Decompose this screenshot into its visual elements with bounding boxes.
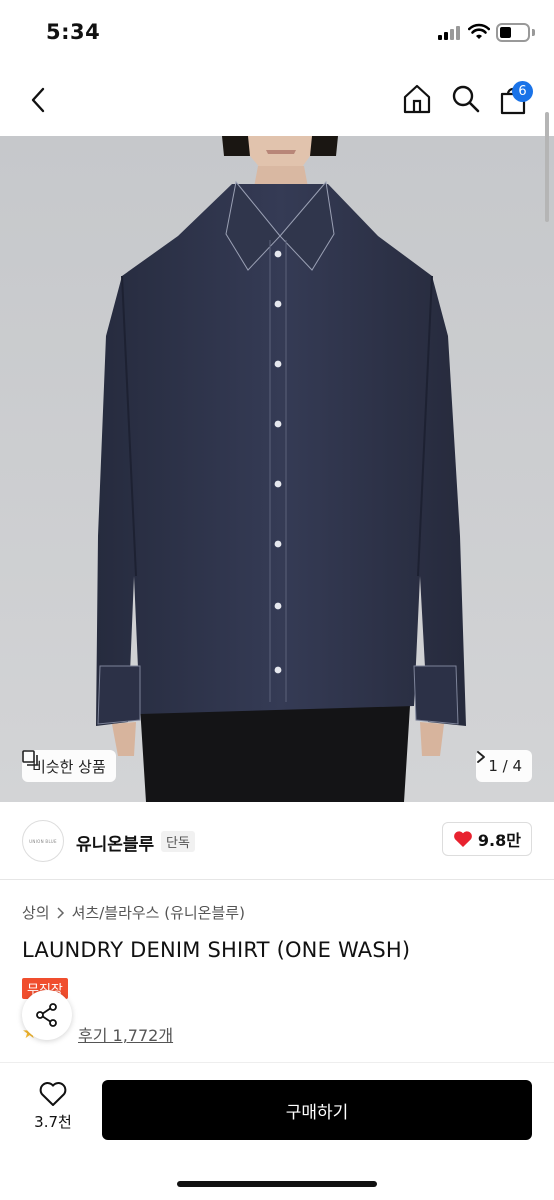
chevron-left-icon[interactable] bbox=[28, 86, 48, 114]
brand-like-button[interactable]: 9.8만 bbox=[441, 822, 532, 856]
battery-icon bbox=[496, 23, 530, 42]
share-button[interactable] bbox=[22, 990, 72, 1040]
exclusive-tag: 단독 bbox=[161, 831, 195, 852]
scrollbar[interactable] bbox=[545, 112, 549, 222]
breadcrumb-category[interactable]: 상의 bbox=[22, 902, 50, 923]
nav-bar: 6 bbox=[0, 66, 554, 136]
cellular-signal-icon bbox=[438, 26, 462, 40]
wifi-icon bbox=[468, 23, 490, 39]
brand-like-count: 9.8만 bbox=[477, 831, 521, 850]
brand-name[interactable]: 유니온블루 bbox=[76, 830, 154, 855]
product-title: LAUNDRY DENIM SHIRT (ONE WASH) bbox=[22, 938, 411, 962]
breadcrumb-subcategory[interactable]: 셔츠/블라우스 (유니온블루) bbox=[72, 902, 245, 923]
brand-row: UNION BLUE 유니온블루 단독 9.8만 bbox=[0, 802, 554, 880]
similar-items-button[interactable]: 비슷한 상품 bbox=[22, 750, 116, 782]
similar-items-icon bbox=[22, 750, 38, 766]
chevron-right-icon bbox=[477, 751, 486, 763]
status-time: 5:34 bbox=[46, 20, 101, 44]
wishlist-button[interactable]: 3.7천 bbox=[22, 1081, 84, 1143]
product-image[interactable]: 비슷한 상품 1 / 4 bbox=[0, 136, 554, 802]
image-page-counter[interactable]: 1 / 4 bbox=[476, 750, 532, 782]
status-bar: 5:34 bbox=[0, 0, 554, 66]
home-indicator bbox=[177, 1181, 377, 1187]
cart-count-badge: 6 bbox=[512, 81, 533, 102]
search-icon[interactable] bbox=[451, 83, 481, 115]
page-counter-text: 1 / 4 bbox=[488, 757, 522, 775]
brand-logo[interactable]: UNION BLUE bbox=[22, 820, 64, 862]
breadcrumb: 상의 셔츠/블라우스 (유니온블루) bbox=[22, 902, 245, 923]
heart-icon bbox=[454, 831, 472, 847]
home-icon[interactable] bbox=[401, 83, 433, 115]
bottom-action-bar: 3.7천 구매하기 bbox=[0, 1062, 554, 1200]
product-photo bbox=[0, 136, 554, 802]
chevron-right-icon bbox=[57, 906, 64, 919]
review-link[interactable]: 후기 1,772개 bbox=[78, 1022, 173, 1046]
wishlist-count: 3.7천 bbox=[34, 1113, 72, 1131]
heart-outline-icon bbox=[39, 1082, 67, 1106]
similar-items-label: 비슷한 상품 bbox=[32, 757, 106, 776]
share-icon bbox=[36, 1003, 57, 1027]
buy-button[interactable]: 구매하기 bbox=[102, 1080, 532, 1140]
